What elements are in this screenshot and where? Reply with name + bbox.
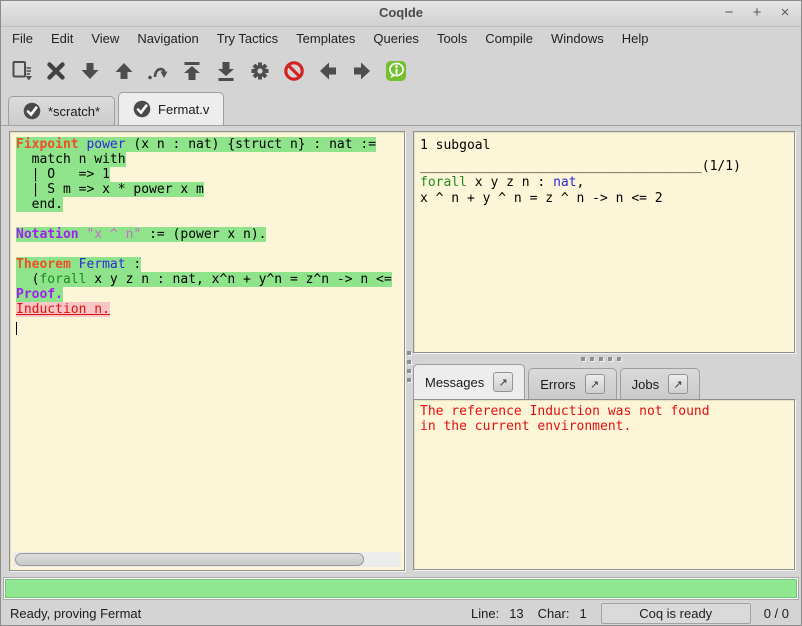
close-x-icon bbox=[44, 59, 68, 83]
char-label: Char: bbox=[538, 606, 570, 621]
window-title: CoqIde bbox=[1, 5, 801, 20]
run-to-cursor-button[interactable] bbox=[141, 54, 175, 88]
messages-view[interactable]: The reference Induction was not foundin … bbox=[413, 399, 795, 570]
menu-item-file[interactable]: File bbox=[3, 28, 42, 49]
right-arrow-icon bbox=[350, 59, 374, 83]
maximize-button[interactable]: + bbox=[749, 4, 765, 22]
tab-label-errors: Errors bbox=[540, 377, 575, 392]
menu-item-templates[interactable]: Templates bbox=[287, 28, 364, 49]
message-text: The reference Induction was not foundin … bbox=[420, 404, 794, 434]
menu-item-view[interactable]: View bbox=[82, 28, 128, 49]
detach-errors-button[interactable]: ↗ bbox=[585, 374, 605, 394]
down-arrow-icon bbox=[78, 59, 102, 83]
check-circle-icon bbox=[133, 100, 151, 118]
titlebar: CoqIde − + × bbox=[1, 1, 801, 27]
subgoal-header: 1 subgoal bbox=[420, 138, 790, 154]
tab-jobs[interactable]: Jobs ↗ bbox=[620, 368, 700, 399]
menu-item-tools[interactable]: Tools bbox=[428, 28, 476, 49]
save-document-button[interactable] bbox=[5, 54, 39, 88]
horizontal-splitter[interactable] bbox=[561, 355, 641, 363]
detach-messages-button[interactable]: ↗ bbox=[493, 372, 513, 392]
restart-button[interactable] bbox=[175, 54, 209, 88]
left-arrow-icon bbox=[316, 59, 340, 83]
horizontal-scrollbar[interactable] bbox=[13, 552, 401, 567]
interrupt-button[interactable] bbox=[277, 54, 311, 88]
goal-separator: ____________________________________(1/1… bbox=[420, 159, 790, 175]
messages-tabstrip: Messages ↗ Errors ↗ Jobs ↗ bbox=[413, 364, 703, 399]
menu-item-edit[interactable]: Edit bbox=[42, 28, 82, 49]
menu-item-help[interactable]: Help bbox=[613, 28, 658, 49]
menu-item-try-tactics[interactable]: Try Tactics bbox=[208, 28, 287, 49]
menu-item-queries[interactable]: Queries bbox=[364, 28, 428, 49]
coqide-window: CoqIde − + × FileEditViewNavigationTry T… bbox=[0, 0, 802, 626]
tab-label-fermat: Fermat.v bbox=[158, 102, 209, 117]
goal-counter: 0 / 0 bbox=[764, 606, 789, 621]
menu-item-navigation[interactable]: Navigation bbox=[128, 28, 207, 49]
vertical-splitter[interactable] bbox=[405, 331, 413, 401]
progress-bar bbox=[3, 577, 799, 600]
run-to-end-button[interactable] bbox=[209, 54, 243, 88]
up-arrow-to-bar-icon bbox=[180, 59, 204, 83]
detach-arrow-icon: ↗ bbox=[674, 378, 683, 391]
menu-item-compile[interactable]: Compile bbox=[476, 28, 542, 49]
check-circle-icon bbox=[23, 102, 41, 120]
document-arrow-down-icon bbox=[10, 59, 34, 83]
tab-label-messages: Messages bbox=[425, 375, 484, 390]
previous-occurrence-button[interactable] bbox=[311, 54, 345, 88]
scrollbar-thumb[interactable] bbox=[15, 553, 364, 566]
main-area: Fixpoint power (x n : nat) {struct n} : … bbox=[1, 126, 801, 577]
goal-statement: forall x y z n : nat,x ^ n + y ^ n = z ^… bbox=[420, 175, 790, 207]
coq-status-indicator: Coq is ready bbox=[601, 603, 751, 624]
line-label: Line: bbox=[471, 606, 499, 621]
line-value: 13 bbox=[509, 606, 523, 621]
interrupt-no-sign-icon bbox=[282, 59, 306, 83]
tab-messages[interactable]: Messages ↗ bbox=[413, 364, 525, 399]
fully-check-button[interactable] bbox=[243, 54, 277, 88]
menubar: FileEditViewNavigationTry TacticsTemplat… bbox=[1, 27, 801, 50]
about-button[interactable] bbox=[379, 54, 413, 88]
script-code: Fixpoint power (x n : nat) {struct n} : … bbox=[10, 132, 404, 332]
next-occurrence-button[interactable] bbox=[345, 54, 379, 88]
goal-view[interactable]: 1 subgoal ______________________________… bbox=[413, 131, 795, 353]
minimize-button[interactable]: − bbox=[721, 4, 737, 22]
gear-icon bbox=[248, 59, 272, 83]
detach-arrow-icon: ↗ bbox=[590, 378, 599, 391]
close-button[interactable]: × bbox=[777, 4, 793, 22]
menu-item-windows[interactable]: Windows bbox=[542, 28, 613, 49]
tab-label-jobs: Jobs bbox=[632, 377, 659, 392]
status-right: Line: 13 Char: 1 Coq is ready 0 / 0 bbox=[471, 603, 793, 624]
backward-one-command-button[interactable] bbox=[107, 54, 141, 88]
forward-one-command-button[interactable] bbox=[73, 54, 107, 88]
char-value: 1 bbox=[579, 606, 586, 621]
tab-errors[interactable]: Errors ↗ bbox=[528, 368, 616, 399]
statusbar: Ready, proving Fermat Line: 13 Char: 1 C… bbox=[1, 600, 801, 626]
up-arrow-icon bbox=[112, 59, 136, 83]
down-arrow-to-bar-icon bbox=[214, 59, 238, 83]
run-to-cursor-icon bbox=[146, 59, 170, 83]
progress-fill bbox=[5, 579, 797, 598]
tab-scratch[interactable]: *scratch* bbox=[8, 96, 115, 125]
tab-label-scratch: *scratch* bbox=[48, 104, 100, 119]
tab-fermat[interactable]: Fermat.v bbox=[118, 92, 224, 125]
toolbar bbox=[1, 50, 801, 91]
script-editor[interactable]: Fixpoint power (x n : nat) {struct n} : … bbox=[9, 131, 405, 571]
editor-tabstrip: *scratch* Fermat.v bbox=[1, 91, 801, 126]
detach-jobs-button[interactable]: ↗ bbox=[668, 374, 688, 394]
close-buffer-button[interactable] bbox=[39, 54, 73, 88]
info-bubble-icon bbox=[384, 59, 408, 83]
window-controls: − + × bbox=[721, 4, 793, 22]
status-message: Ready, proving Fermat bbox=[10, 606, 141, 621]
detach-arrow-icon: ↗ bbox=[499, 376, 508, 389]
